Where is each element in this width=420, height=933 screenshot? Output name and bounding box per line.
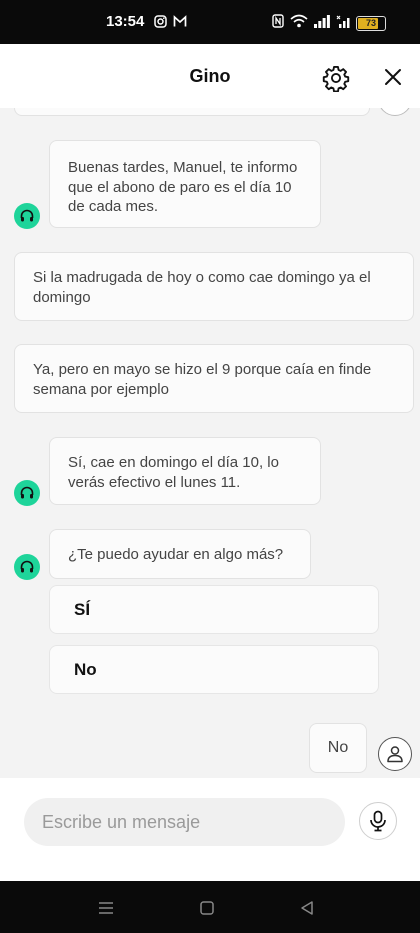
menu-icon: [99, 902, 113, 914]
battery-icon: 73: [356, 16, 386, 31]
quick-reply-label: No: [74, 659, 97, 679]
bot-message: ¿Te puedo ayudar en algo más?: [49, 529, 311, 579]
composer-bar: [0, 778, 420, 881]
status-bar: 13:54 73: [0, 0, 420, 44]
quick-reply-label: SÍ: [74, 599, 91, 619]
status-time: 13:54: [106, 13, 145, 30]
user-message: No: [309, 723, 367, 773]
microphone-icon: [370, 810, 386, 832]
settings-button[interactable]: [322, 64, 350, 93]
quick-reply-yes[interactable]: SÍ: [49, 585, 379, 634]
user-avatar: [378, 737, 412, 771]
message-text: Sí, cae en domingo el día 10, lo verás e…: [68, 454, 279, 491]
page-title: Gino: [189, 66, 231, 86]
user-avatar-partial: [378, 108, 412, 116]
nav-back-button[interactable]: [296, 897, 318, 919]
signal-x-icon: [336, 15, 350, 33]
home-icon: [200, 901, 214, 915]
message-bubble-partial: [14, 108, 370, 116]
gear-icon: [322, 65, 350, 93]
nfc-icon: [272, 14, 284, 33]
gmail-icon: [173, 15, 187, 33]
instagram-icon: [154, 15, 167, 33]
signal-icon: [314, 14, 330, 33]
message-text: ¿Te puedo ayudar en algo más?: [68, 546, 284, 563]
message-text: Buenas tardes, Manuel, te informo que el…: [68, 159, 298, 215]
battery-level: 73: [365, 18, 376, 28]
user-message: Ya, pero en mayo se hizo el 9 porque caí…: [14, 344, 414, 413]
voice-input-button[interactable]: [359, 802, 397, 840]
quick-reply-no[interactable]: No: [49, 645, 379, 694]
nav-menu-button[interactable]: [95, 897, 117, 919]
message-input[interactable]: [24, 798, 345, 846]
bot-message: Buenas tardes, Manuel, te informo que el…: [49, 140, 321, 228]
headset-icon: [20, 209, 34, 222]
user-message: Si la madrugada de hoy o como cae doming…: [14, 252, 414, 321]
headset-icon: [20, 486, 34, 499]
headset-icon: [20, 560, 34, 573]
back-icon: [301, 901, 313, 915]
nav-home-button[interactable]: [196, 897, 218, 919]
bot-message: Sí, cae en domingo el día 10, lo verás e…: [49, 437, 321, 505]
user-icon: [387, 746, 403, 763]
chat-history[interactable]: Buenas tardes, Manuel, te informo que el…: [0, 108, 420, 778]
close-button[interactable]: [380, 64, 406, 90]
bot-avatar: [14, 554, 40, 580]
close-icon: [385, 69, 401, 85]
wifi-icon: [290, 14, 308, 33]
message-text: Si la madrugada de hoy o como cae doming…: [33, 269, 371, 306]
chat-header: Gino: [0, 44, 420, 108]
bot-avatar: [14, 203, 40, 229]
system-nav-bar: [0, 881, 420, 933]
bot-avatar: [14, 480, 40, 506]
message-text: No: [327, 739, 349, 757]
message-text: Ya, pero en mayo se hizo el 9 porque caí…: [33, 361, 372, 398]
